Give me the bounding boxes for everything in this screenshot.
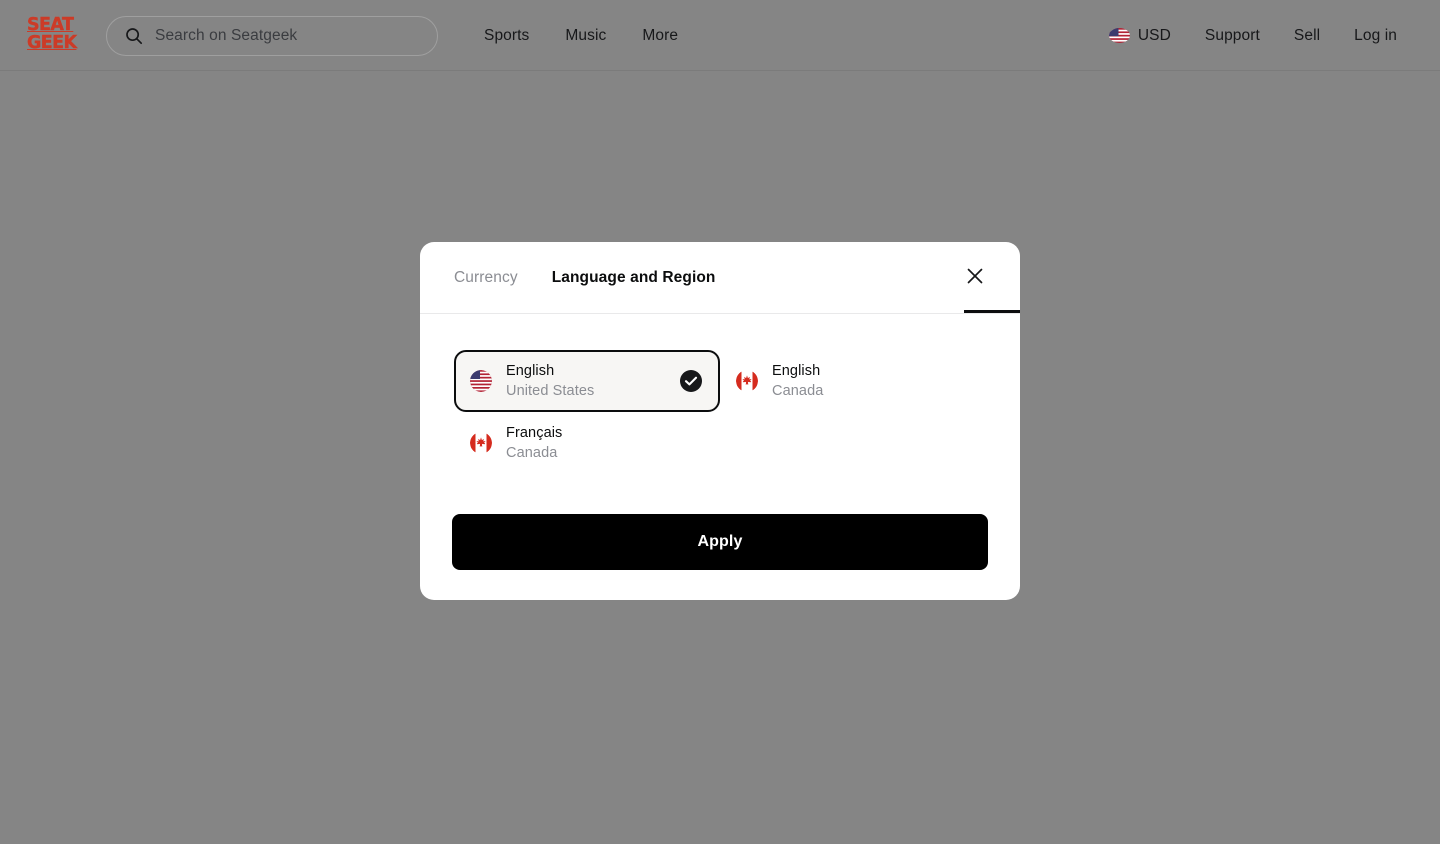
- us-flag-icon: [470, 370, 492, 392]
- option-region: Canada: [772, 382, 824, 399]
- option-language: English: [506, 362, 555, 379]
- close-button[interactable]: [958, 261, 992, 295]
- search-icon: [125, 27, 143, 45]
- secondary-nav: USD Support Sell Log in: [1092, 0, 1414, 71]
- language-option-english-united-states[interactable]: English United States: [454, 350, 720, 412]
- search-input[interactable]: [155, 27, 415, 45]
- nav-item-sell[interactable]: Sell: [1277, 27, 1337, 45]
- us-flag-icon: [1108, 28, 1130, 43]
- tab-language-and-region[interactable]: Language and Region: [552, 242, 716, 313]
- option-language: Français: [506, 424, 563, 441]
- tab-currency[interactable]: Currency: [454, 242, 518, 313]
- check-icon: [680, 370, 702, 392]
- nav-item-sports[interactable]: Sports: [466, 27, 547, 45]
- nav-item-music[interactable]: Music: [547, 27, 624, 45]
- site-header: SEAT GEEK Sports Music More: [0, 0, 1440, 71]
- logo-line-1: SEAT: [27, 15, 74, 35]
- modal-divider: [420, 313, 1020, 314]
- ca-flag-icon: [470, 432, 492, 454]
- modal-tab-bar: Currency Language and Region: [420, 242, 1020, 313]
- search-bar[interactable]: [106, 16, 438, 56]
- option-region: Canada: [506, 444, 558, 461]
- currency-selector[interactable]: USD: [1092, 27, 1188, 45]
- close-icon: [965, 266, 985, 289]
- option-text: English United States: [506, 363, 594, 400]
- nav-item-more[interactable]: More: [624, 27, 696, 45]
- language-option-list: English United States English Canada Fra…: [454, 350, 986, 474]
- logo-line-2: GEEK: [27, 32, 77, 53]
- primary-nav: Sports Music More: [466, 0, 696, 71]
- nav-item-support[interactable]: Support: [1188, 27, 1277, 45]
- option-language: English: [772, 362, 821, 379]
- currency-label: USD: [1137, 26, 1171, 44]
- seatgeek-logo[interactable]: SEAT GEEK: [27, 15, 77, 53]
- apply-button[interactable]: Apply: [452, 514, 988, 570]
- nav-item-log-in[interactable]: Log in: [1337, 27, 1414, 45]
- option-region: United States: [506, 382, 595, 399]
- option-text: Français Canada: [506, 425, 562, 462]
- option-text: English Canada: [772, 363, 823, 400]
- language-option-francais-canada[interactable]: Français Canada: [454, 412, 720, 474]
- language-option-english-canada[interactable]: English Canada: [720, 350, 986, 412]
- ca-flag-icon: [736, 370, 758, 392]
